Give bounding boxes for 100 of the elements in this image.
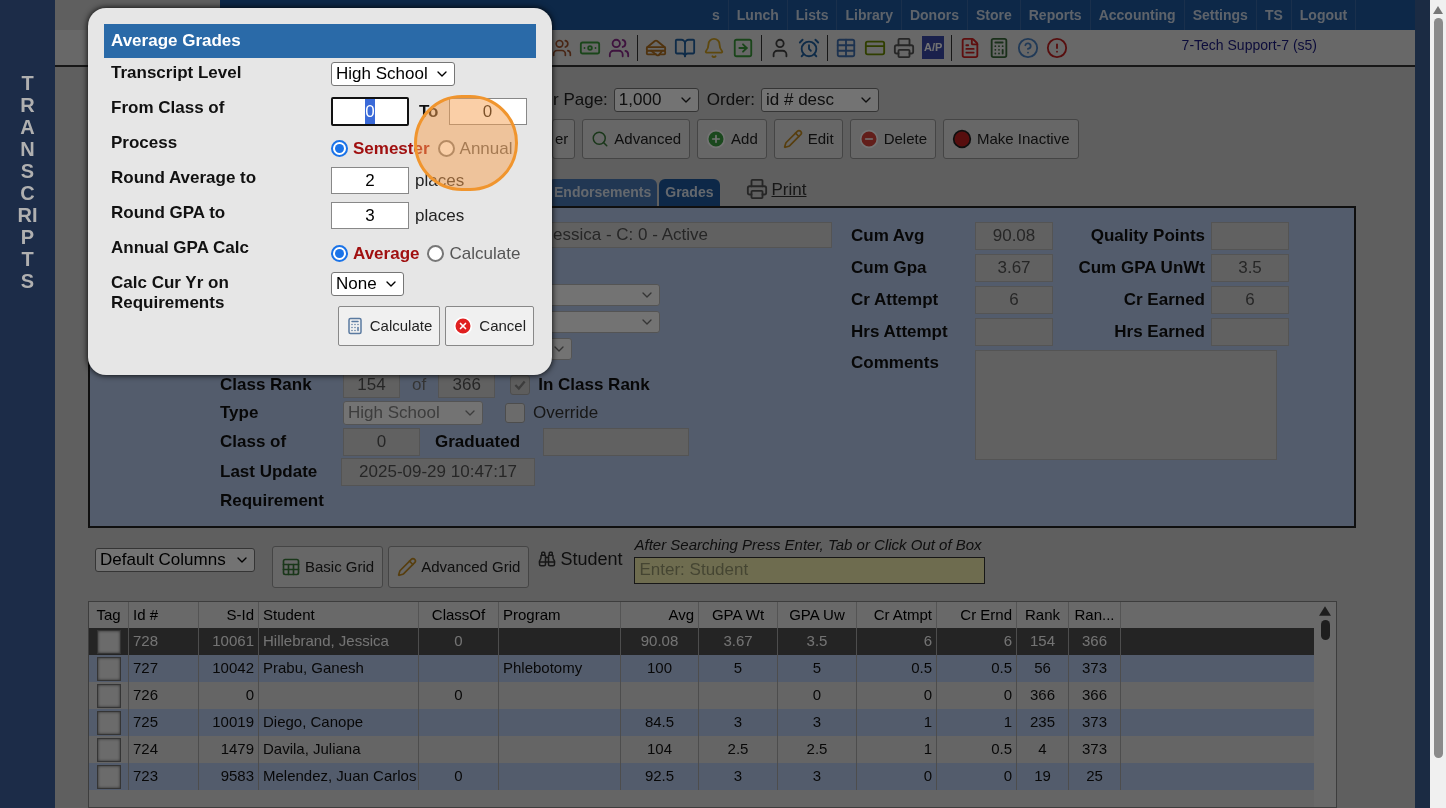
tag-checkbox[interactable] — [96, 710, 121, 735]
page-scrollbar[interactable] — [1430, 0, 1446, 808]
to-class-field[interactable]: 0 — [448, 98, 527, 125]
table-cell-text: 19 — [1034, 766, 1051, 787]
scroll-up-icon[interactable] — [1433, 6, 1443, 14]
table-row[interactable]: 725 10019 Diego, Canope 84.5 3 3 1 1 235 373 — [89, 709, 1314, 736]
stat-field[interactable] — [1211, 318, 1289, 346]
per-page-select[interactable]: 1,000 — [613, 88, 699, 112]
table-cell-text: 724 — [133, 739, 159, 760]
check-icon — [513, 378, 528, 392]
table-cell-text: Hillebrand, Jessica — [263, 631, 389, 652]
table-cell-text: 0 — [1003, 766, 1012, 787]
stat-field[interactable]: 3.67 — [975, 254, 1053, 282]
per-page-label: r Page: — [553, 89, 608, 112]
dialog-title: Average Grades — [104, 24, 536, 58]
action-button[interactable]: er — [552, 119, 576, 159]
delete-icon — [858, 129, 879, 149]
dialog-button[interactable]: Calculate — [337, 306, 441, 346]
dialog-select[interactable]: High School — [331, 62, 455, 86]
alert-icon[interactable] — [1046, 36, 1069, 59]
table-cell-text: 9583 — [220, 766, 254, 787]
grid-button[interactable]: Advanced Grid — [388, 546, 530, 588]
places-field[interactable]: 3 — [331, 202, 409, 229]
alarm-clock-icon[interactable] — [798, 36, 820, 59]
last-update-field[interactable]: 2025-09-29 10:47:17 — [341, 458, 535, 486]
tag-checkbox[interactable] — [96, 737, 121, 762]
table-scrollbar[interactable] — [1314, 602, 1336, 807]
pencil-icon — [782, 129, 803, 149]
tag-checkbox[interactable] — [96, 683, 121, 708]
table-cell-text: 3 — [733, 712, 743, 733]
action-button[interactable]: Make Inactive — [943, 119, 1079, 159]
columns-select[interactable]: Default Columns — [95, 548, 255, 572]
stat-field[interactable] — [1211, 222, 1289, 250]
user-label: 7-Tech Support-7 (s5) — [1181, 36, 1317, 55]
field-label: Class of — [220, 431, 288, 454]
dialog-label: Round Average to — [111, 167, 258, 188]
ap-icon[interactable]: A/P — [922, 36, 945, 59]
radio-option[interactable]: Calculate — [427, 241, 521, 267]
dialog-select[interactable]: None — [331, 272, 404, 296]
table-row[interactable]: 727 10042 Prabu, Ganesh Phlebotomy 100 5 5 0.5 0.5 56 373 — [89, 655, 1314, 682]
stat-field[interactable]: 3.5 — [1211, 254, 1289, 282]
checkbox[interactable] — [505, 403, 525, 423]
class-of-field[interactable]: 0 — [343, 428, 420, 456]
action-button[interactable]: Add — [697, 119, 767, 159]
dialog-button[interactable]: Cancel — [445, 306, 534, 346]
tag-checkbox[interactable] — [96, 764, 121, 789]
tag-checkbox[interactable] — [96, 629, 121, 654]
graduated-field[interactable] — [543, 428, 689, 456]
scroll-up-icon[interactable] — [1319, 606, 1331, 616]
action-button[interactable]: Advanced — [582, 119, 691, 159]
table-cell-text: 154 — [1030, 631, 1055, 652]
table-row[interactable]: 723 9583 Melendez, Juan Carlos 0 92.5 3 3 0 0 19 25 — [89, 763, 1314, 790]
bell-icon[interactable] — [703, 36, 725, 59]
table-cell-text: Prabu, Ganesh — [263, 658, 364, 679]
table-cell-text: 10061 — [212, 631, 254, 652]
places-field[interactable]: 2 — [331, 167, 409, 194]
table-cell-text: 10042 — [212, 658, 254, 679]
table-cell-text: 92.5 — [644, 766, 675, 787]
comments-label: Comments — [851, 352, 940, 374]
field-label: Last Update — [220, 461, 319, 484]
table-cell-text: 366 — [1082, 631, 1107, 652]
search-hint: After Searching Press Enter, Tab or Click Out of Box — [634, 535, 983, 555]
scroll-thumb[interactable] — [1320, 620, 1330, 640]
action-button[interactable]: Edit — [773, 119, 843, 159]
stat-field[interactable]: 90.08 — [975, 222, 1053, 250]
from-class-field[interactable]: 0 — [331, 97, 409, 126]
action-button[interactable]: Delete — [849, 119, 936, 159]
magnifier-icon — [591, 130, 610, 148]
people-icon[interactable] — [552, 37, 572, 58]
people-icon[interactable] — [608, 36, 630, 59]
table-icon[interactable] — [835, 36, 857, 59]
checkbox[interactable] — [510, 375, 531, 395]
table-cell-text: 0 — [245, 685, 254, 706]
table-cell-text: 100 — [647, 658, 672, 679]
scroll-thumb[interactable] — [1433, 18, 1443, 758]
tag-checkbox[interactable] — [96, 656, 121, 681]
table-cell-text: 726 — [133, 685, 159, 706]
table-cell-text: 84.5 — [644, 712, 675, 733]
binoculars-icon — [538, 550, 557, 568]
book-icon[interactable] — [674, 36, 696, 59]
print-link[interactable]: Print — [745, 176, 807, 202]
stat-field[interactable]: 6 — [1211, 286, 1289, 314]
grid-button[interactable]: Basic Grid — [272, 546, 384, 588]
table-cell-text: 3.67 — [723, 631, 753, 652]
field-label: Type — [220, 402, 260, 425]
help-icon[interactable] — [1017, 36, 1040, 59]
table-cell-text: 0 — [812, 685, 822, 706]
table-row[interactable]: 728 10061 Hillebrand, Jessica 0 90.08 3.67 3.5 6 6 154 366 — [89, 628, 1314, 655]
radio-option[interactable]: Annual — [437, 136, 513, 162]
table-cell-text: 56 — [1034, 658, 1051, 679]
printer-icon[interactable] — [893, 36, 915, 59]
stat-field[interactable] — [975, 318, 1053, 346]
record-icon — [952, 129, 972, 149]
radio-option[interactable]: Average — [331, 241, 420, 267]
order-select[interactable]: id # desc — [761, 88, 879, 112]
tab[interactable]: Grades — [659, 179, 720, 206]
stat-field[interactable]: 6 — [975, 286, 1053, 314]
table-cell-text: 727 — [133, 658, 159, 679]
grid-edit-icon — [397, 557, 418, 577]
table-cell-text: 725 — [133, 712, 159, 733]
